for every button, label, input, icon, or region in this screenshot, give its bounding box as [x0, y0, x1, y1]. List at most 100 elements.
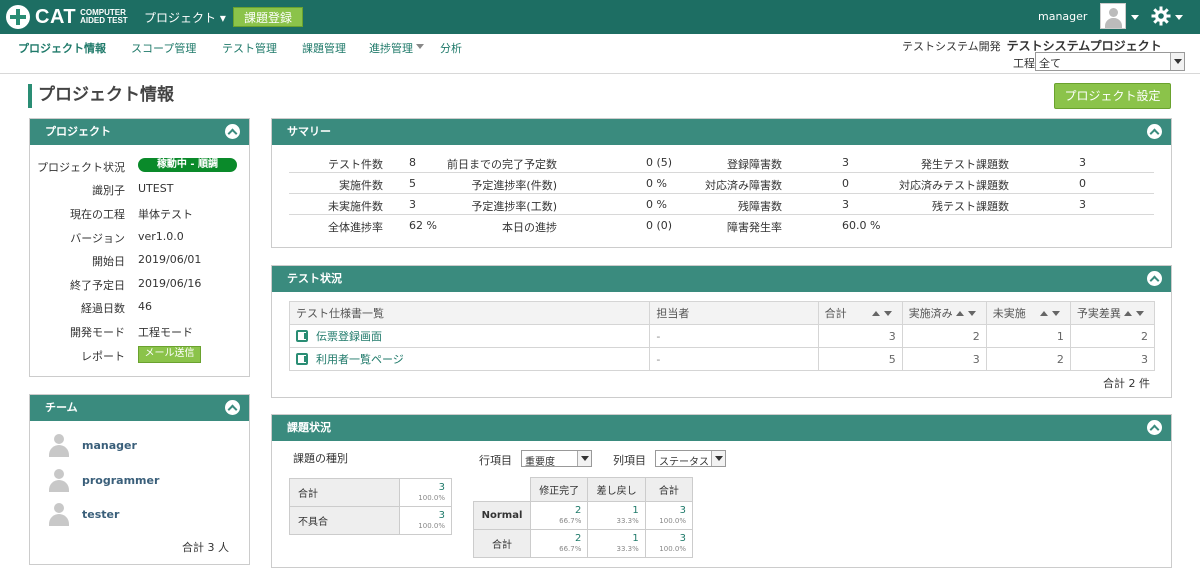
kind-row-label: 不具合	[289, 506, 400, 535]
logo-text: CAT	[35, 5, 77, 28]
summary-label: 発生テスト課題数	[921, 158, 1009, 171]
matrix-cell[interactable]: 2 66.7%	[529, 501, 589, 530]
row-item-label: 行項目	[479, 454, 512, 467]
summary-value: 60.0 %	[842, 219, 881, 232]
label-report: レポート	[81, 350, 125, 363]
collapse-icon[interactable]	[1147, 420, 1162, 435]
spec-link[interactable]: 利用者一覧ページ	[316, 353, 404, 366]
panel-title: テスト状況	[287, 272, 342, 285]
logo-subtext: COMPUTER AIDED TEST	[80, 8, 128, 25]
test-status-panel: テスト状況 テスト仕様書一覧 担当者 合計 実施済み 未実施 予実差異 伝票登録…	[271, 265, 1172, 398]
org-name: テストシステム開発	[902, 40, 1001, 53]
chevron-down-icon	[1170, 53, 1184, 70]
member-name[interactable]: programmer	[82, 474, 159, 487]
sort-icon[interactable]	[1039, 311, 1064, 317]
matrix-row-label: 合計	[473, 529, 531, 558]
col-header-label: 予実差異	[1076, 307, 1121, 320]
send-mail-button[interactable]: メール送信	[138, 346, 201, 363]
summary-label: 残テスト課題数	[932, 200, 1009, 213]
tab-test[interactable]: テスト管理	[222, 40, 277, 56]
avatar[interactable]	[1100, 3, 1126, 29]
chevron-down-icon	[711, 451, 725, 466]
label-start: 開始日	[92, 255, 125, 268]
member-item[interactable]: manager	[48, 433, 137, 457]
issue-status-panel: 課題状況 課題の種別 行項目 重要度 列項目 ステータス 合計 3 100.0% 不…	[271, 414, 1172, 568]
summary-value: 3	[1079, 198, 1086, 211]
member-item[interactable]: tester	[48, 502, 119, 526]
matrix-cell[interactable]: 3 100.0%	[644, 529, 694, 558]
team-panel: チーム manager programmer tester 合計 3 人	[29, 394, 250, 565]
col-item-select[interactable]: ステータス	[655, 450, 726, 468]
label-elapsed: 経過日数	[81, 302, 125, 315]
summary-panel: サマリー テスト件数 8 前日までの完了予定数 0 (5) 登録障害数 3 発生テスト課題数…	[271, 118, 1172, 248]
panel-title: サマリー	[287, 125, 331, 138]
sort-icon[interactable]	[871, 311, 896, 317]
spec-cell[interactable]: 伝票登録画面	[288, 324, 651, 348]
gear-icon[interactable]	[1151, 6, 1171, 26]
user-name[interactable]: manager	[1038, 10, 1087, 23]
matrix-cell[interactable]: 1 33.3%	[587, 501, 646, 530]
matrix-cell[interactable]: 2 66.7%	[529, 529, 589, 558]
col-header-sortable[interactable]: 未実施	[985, 301, 1071, 325]
chevron-down-icon	[577, 451, 591, 466]
done-cell: 3	[901, 347, 987, 371]
process-value: 単体テスト	[138, 208, 193, 221]
register-issue-button[interactable]: 課題登録	[233, 7, 303, 27]
spec-cell[interactable]: 利用者一覧ページ	[288, 347, 651, 371]
project-menu-label: プロジェクト	[144, 11, 217, 25]
spec-total: 合計 2 件	[1103, 377, 1150, 390]
matrix-cell[interactable]: 1 33.3%	[587, 529, 646, 558]
project-menu[interactable]: プロジェクト ▾	[144, 9, 226, 26]
tab-issue[interactable]: 課題管理	[302, 40, 346, 56]
document-icon	[296, 353, 308, 365]
collapse-icon[interactable]	[225, 400, 240, 415]
project-settings-button[interactable]: プロジェクト設定	[1054, 83, 1171, 109]
member-item[interactable]: programmer	[48, 468, 159, 492]
summary-row: 未実施件数 3 予定進捗率(工数) 0 % 残障害数 3 残テスト課題数 3	[289, 194, 1154, 215]
user-menu-chevron-down-icon[interactable]	[1131, 15, 1139, 20]
kind-count[interactable]: 3 100.0%	[399, 478, 452, 507]
progress-chevron-down-icon[interactable]	[416, 44, 424, 49]
kind-count[interactable]: 3 100.0%	[399, 506, 452, 535]
summary-value: 0	[1079, 177, 1086, 190]
tab-analysis[interactable]: 分析	[440, 40, 462, 56]
col-header-label: 合計	[824, 307, 847, 320]
collapse-icon[interactable]	[1147, 124, 1162, 139]
spec-link[interactable]: 伝票登録画面	[316, 330, 382, 343]
settings-chevron-down-icon[interactable]	[1175, 15, 1183, 20]
col-header: テスト仕様書一覧	[288, 301, 651, 325]
status-badge: 稼動中 - 順調	[138, 158, 237, 172]
total-cell: 3	[817, 324, 903, 348]
col-item-value: ステータス	[659, 457, 709, 468]
project-name: テストシステムプロジェクト	[1006, 39, 1162, 53]
matrix-header: 差し戻し	[587, 477, 646, 502]
mode-value: 工程モード	[138, 326, 193, 339]
issue-matrix-table: 修正完了 差し戻し 合計 Normal 2 66.7% 1 33.3% 3 100.0% …	[473, 477, 694, 558]
col-item-label: 列項目	[613, 454, 646, 467]
collapse-icon[interactable]	[225, 124, 240, 139]
summary-value: 3	[1079, 156, 1086, 169]
plus-logo-icon	[6, 5, 30, 29]
elapsed-value: 46	[138, 300, 152, 313]
matrix-cell[interactable]: 3 100.0%	[644, 501, 694, 530]
tab-scope[interactable]: スコープ管理	[131, 40, 196, 56]
app-logo[interactable]: CAT COMPUTER AIDED TEST	[6, 5, 140, 29]
member-total: 合計 3 人	[182, 541, 229, 554]
sort-icon[interactable]	[955, 311, 980, 317]
sort-icon[interactable]	[1124, 311, 1148, 317]
col-header-sortable[interactable]: 予実差異	[1069, 301, 1156, 325]
col-header-sortable[interactable]: 合計	[817, 301, 903, 325]
kind-label: 課題の種別	[293, 452, 348, 465]
col-header-sortable[interactable]: 実施済み	[901, 301, 987, 325]
row-item-select[interactable]: 重要度	[521, 450, 592, 468]
process-select[interactable]: 全て	[1035, 52, 1185, 71]
tab-progress[interactable]: 進捗管理	[369, 40, 413, 56]
member-name[interactable]: tester	[82, 508, 119, 521]
collapse-icon[interactable]	[1147, 271, 1162, 286]
col-header: 担当者	[649, 301, 819, 325]
assignee-cell: -	[649, 347, 819, 371]
version-value: ver1.0.0	[138, 230, 184, 243]
pending-cell: 2	[985, 347, 1071, 371]
member-name[interactable]: manager	[82, 439, 137, 452]
tab-project-info[interactable]: プロジェクト情報	[18, 40, 106, 56]
